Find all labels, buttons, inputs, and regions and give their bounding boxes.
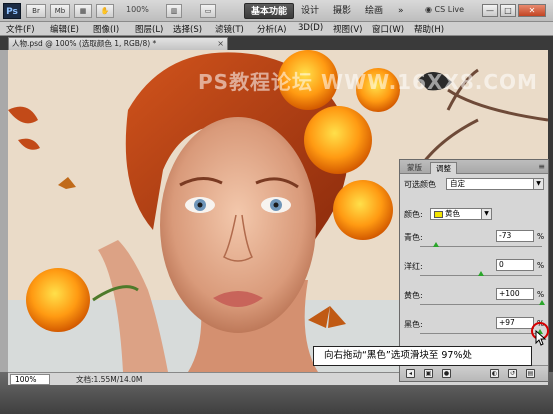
tab-adjustments[interactable]: 调整 — [430, 162, 457, 174]
view-extras-button[interactable]: ▥ — [166, 4, 182, 18]
chevron-down-icon: ▼ — [481, 209, 491, 219]
mini-bridge-button[interactable]: Mb — [50, 4, 70, 18]
panel-menu-icon[interactable]: ≡ — [538, 162, 545, 171]
instruction-callout: 向右拖动“黑色”选项滑块至 97%处 — [313, 346, 532, 366]
workspace-essentials[interactable]: 基本功能 — [244, 3, 295, 19]
document-size[interactable]: 文档:1.55M/14.0M — [76, 374, 142, 385]
slider-label: 黑色: — [404, 320, 423, 329]
panel-footer: ◂ ▣ ● ◐ ↺ ▤ — [400, 365, 548, 381]
layer-clip-icon[interactable]: ▣ — [424, 369, 433, 378]
color-dropdown[interactable]: 黄色 ▼ — [430, 208, 492, 220]
preset-dropdown[interactable]: 自定 ▼ — [446, 178, 544, 190]
cyan-slider-thumb[interactable] — [433, 242, 440, 247]
chevron-down-icon: ▼ — [533, 179, 543, 189]
black-value-field[interactable]: +97 — [496, 317, 534, 329]
yellow-value-field[interactable]: +100 — [496, 288, 534, 300]
menu-filter[interactable]: 滤镜(T) — [215, 23, 244, 35]
mouse-pointer-icon — [535, 330, 547, 346]
magenta-slider-thumb[interactable] — [478, 271, 484, 276]
cyan-value-field[interactable]: -73 — [496, 230, 534, 242]
menu-3d[interactable]: 3D(D) — [298, 23, 323, 33]
document-title: 人物.psd @ 100% (选取颜色 1, RGB/8) * — [12, 39, 157, 48]
view-previous-icon[interactable]: ◐ — [490, 369, 499, 378]
yellow-slider-track[interactable] — [420, 304, 542, 305]
minimize-button[interactable]: — — [482, 4, 498, 17]
magenta-value-field[interactable]: 0 — [496, 259, 534, 271]
menu-analysis[interactable]: 分析(A) — [257, 23, 286, 35]
slider-label: 黄色: — [404, 291, 423, 300]
workspace-painting[interactable]: 绘画 — [359, 3, 389, 19]
adjustment-title: 可选颜色 — [404, 180, 436, 189]
bridge-button[interactable]: Br — [26, 4, 46, 18]
document-tab[interactable]: 人物.psd @ 100% (选取颜色 1, RGB/8) * × — [8, 37, 228, 50]
black-slider-track[interactable] — [420, 333, 542, 334]
color-value: 黄色 — [445, 209, 460, 218]
menu-view[interactable]: 视图(V) — [333, 23, 362, 35]
back-icon[interactable]: ◂ — [406, 369, 415, 378]
percent-label: % — [537, 261, 545, 270]
zoom-field[interactable]: 100% — [10, 374, 50, 385]
cs-live-icon: ◉ — [425, 5, 432, 14]
close-button[interactable]: ✕ — [518, 4, 546, 17]
menu-image[interactable]: 图像(I) — [93, 23, 119, 35]
workspace-design[interactable]: 设计 — [295, 3, 325, 19]
cs-live-button[interactable]: ◉ CS Live — [425, 5, 464, 14]
tab-masks[interactable]: 蒙版 — [402, 162, 427, 174]
percent-label: % — [537, 290, 545, 299]
yellow-swatch — [434, 210, 443, 218]
color-label: 颜色: — [404, 210, 423, 219]
watermark: PS教程论坛 WWW.16XX8.COM — [198, 70, 538, 94]
cs-live-label: CS Live — [434, 5, 465, 14]
percent-label: % — [537, 232, 545, 241]
visibility-eye-icon[interactable]: ● — [442, 369, 451, 378]
app-bar: Ps Br Mb ▦ ✋ 100% ▥ ▭ 基本功能 设计 摄影 绘画 » ◉ … — [0, 0, 553, 22]
menu-layer[interactable]: 图层(L) — [135, 23, 163, 35]
extras-button[interactable]: ▦ — [74, 4, 92, 18]
delete-icon[interactable]: ▤ — [526, 369, 535, 378]
menu-edit[interactable]: 编辑(E) — [50, 23, 79, 35]
workspace-more[interactable]: » — [392, 3, 410, 19]
maximize-button[interactable]: □ — [500, 4, 516, 17]
zoom-level[interactable]: 100% — [126, 5, 149, 14]
menu-window[interactable]: 窗口(W) — [372, 23, 404, 35]
reset-icon[interactable]: ↺ — [508, 369, 517, 378]
menu-file[interactable]: 文件(F) — [6, 23, 35, 35]
screen-mode-button[interactable]: ▭ — [200, 4, 216, 18]
panel-tabs: 蒙版 调整 ≡ — [400, 160, 548, 174]
slider-label: 青色: — [404, 233, 423, 242]
yellow-slider-thumb[interactable] — [539, 300, 545, 305]
vertical-ruler — [0, 50, 8, 372]
slider-label: 洋红: — [404, 262, 423, 271]
menu-select[interactable]: 选择(S) — [173, 23, 202, 35]
close-tab-icon[interactable]: × — [217, 38, 224, 50]
menu-help[interactable]: 帮助(H) — [414, 23, 444, 35]
photoshop-logo: Ps — [3, 3, 21, 19]
hand-tool-button[interactable]: ✋ — [96, 4, 114, 18]
preset-value: 自定 — [450, 179, 465, 188]
workspace-photography[interactable]: 摄影 — [327, 3, 357, 19]
menu-bar: 文件(F) 编辑(E) 图像(I) 图层(L) 选择(S) 滤镜(T) 分析(A… — [0, 22, 553, 36]
